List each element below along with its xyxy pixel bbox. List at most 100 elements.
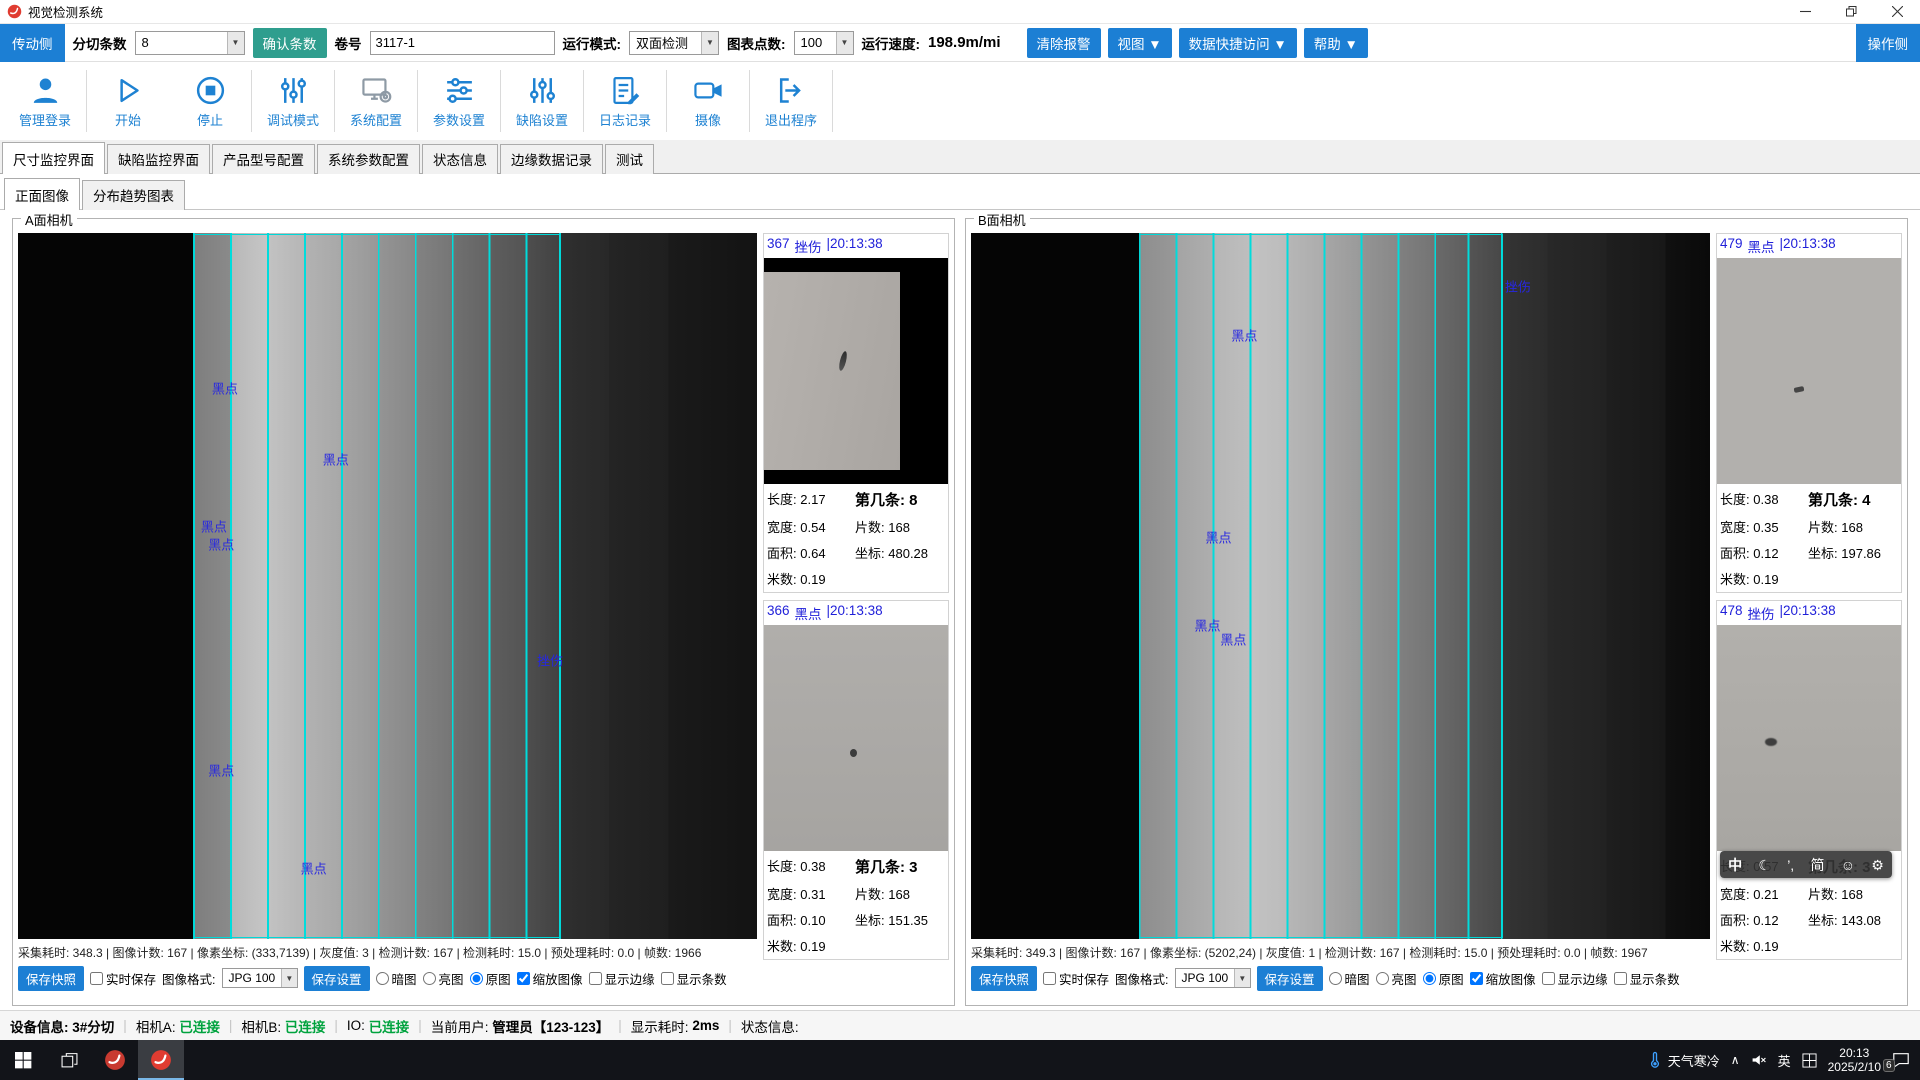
chevron-up-icon[interactable]: ∧ — [1731, 1053, 1740, 1067]
start-button[interactable]: 开始 — [100, 74, 156, 129]
tab-defect-monitor[interactable]: 缺陷监控界面 — [107, 144, 210, 174]
tab-test[interactable]: 测试 — [605, 144, 654, 174]
dark-image-radio[interactable]: 暗图 — [1329, 969, 1370, 988]
exit-program-button[interactable]: 退出程序 — [763, 74, 819, 129]
defect-card[interactable]: 367 挫伤 |20:13:38 长度: 2.17 第几条: 8 宽度: 0.5… — [763, 233, 949, 593]
ime-simplified-mode[interactable]: 简 — [1810, 858, 1824, 872]
close-button[interactable] — [1874, 0, 1920, 23]
defect-card[interactable]: 479 黑点 |20:13:38 长度: 0.38 第几条: 4 宽度: 0.3… — [1716, 233, 1902, 593]
status-info-label: 状态信息: — [741, 1016, 799, 1036]
chart-points-select[interactable]: 100 ▼ — [794, 31, 854, 55]
date-value: 2025/2/10 — [1828, 1060, 1881, 1074]
restore-button[interactable] — [1828, 0, 1874, 23]
operator-side-button[interactable]: 操作侧 — [1856, 24, 1920, 62]
save-settings-button[interactable]: 保存设置 — [1257, 966, 1323, 991]
tab-size-monitor[interactable]: 尺寸监控界面 — [2, 142, 105, 174]
defect-card[interactable]: 478 挫伤 |20:13:38 长度: 0.57 第几条: 3 宽度: 0.2… — [1716, 600, 1902, 960]
show-edge-checkbox[interactable]: 显示边缘 — [1542, 969, 1608, 988]
defect-label: 黑点 — [301, 859, 327, 878]
task-view-button[interactable] — [46, 1040, 92, 1080]
action-center-button[interactable]: 6 — [1892, 1051, 1910, 1069]
show-edge-input[interactable] — [1542, 972, 1555, 985]
show-strips-input[interactable] — [661, 972, 674, 985]
weather-widget[interactable]: 天气寒冷 — [1646, 1051, 1720, 1070]
speaker-mute-icon[interactable] — [1751, 1052, 1767, 1068]
show-edge-input[interactable] — [589, 972, 602, 985]
image-format-label: 图像格式: — [162, 969, 215, 988]
show-edge-checkbox[interactable]: 显示边缘 — [589, 969, 655, 988]
dark-image-radio[interactable]: 暗图 — [376, 969, 417, 988]
show-strips-input[interactable] — [1614, 972, 1627, 985]
tab-system-param-config[interactable]: 系统参数配置 — [317, 144, 420, 174]
zoom-image-checkbox[interactable]: 缩放图像 — [517, 969, 583, 988]
manage-login-button[interactable]: 管理登录 — [17, 74, 73, 129]
realtime-save-checkbox[interactable]: 实时保存 — [90, 969, 156, 988]
defect-card[interactable]: 366 黑点 |20:13:38 长度: 0.38 第几条: 3 宽度: 0.3… — [763, 600, 949, 960]
defect-settings-button[interactable]: 缺陷设置 — [514, 74, 570, 129]
display-time-label: 显示耗时: — [631, 1016, 689, 1036]
original-image-input[interactable] — [470, 972, 483, 985]
help-menu-button[interactable]: 帮助 ▼ — [1304, 28, 1368, 58]
main-content: A面相机 黑点 黑点 黑点 黑点 挫伤 黑点 黑点 采集耗时: 348.3 | … — [0, 210, 1920, 1010]
debug-mode-button[interactable]: 调试模式 — [265, 74, 321, 129]
save-snapshot-button[interactable]: 保存快照 — [971, 966, 1037, 991]
stop-button[interactable]: 停止 — [182, 74, 238, 129]
moon-icon[interactable]: ☾ — [1758, 858, 1771, 872]
ime-chinese-mode[interactable]: 中 — [1728, 858, 1742, 872]
system-config-button[interactable]: 系统配置 — [348, 74, 404, 129]
view-menu-button[interactable]: 视图 ▼ — [1108, 28, 1172, 58]
gear-icon[interactable]: ⚙ — [1871, 858, 1884, 872]
confirm-count-button[interactable]: 确认条数 — [253, 28, 327, 58]
tab-edge-data-record[interactable]: 边缘数据记录 — [500, 144, 603, 174]
defect-time: |20:13:38 — [1780, 603, 1836, 623]
show-strips-checkbox[interactable]: 显示条数 — [1614, 969, 1680, 988]
zoom-image-input[interactable] — [1470, 972, 1483, 985]
defect-thumbnail — [764, 258, 948, 484]
image-format-select[interactable]: JPG 100 ▼ — [222, 968, 298, 988]
camera-capture-button[interactable]: 摄像 — [680, 74, 736, 129]
save-settings-button[interactable]: 保存设置 — [304, 966, 370, 991]
emoji-icon[interactable]: ☺ — [1841, 858, 1855, 872]
run-mode-select[interactable]: 双面检测 ▼ — [629, 31, 719, 55]
dark-image-input[interactable] — [1329, 972, 1342, 985]
tab-status-info[interactable]: 状态信息 — [422, 144, 498, 174]
zoom-image-input[interactable] — [517, 972, 530, 985]
save-snapshot-button[interactable]: 保存快照 — [18, 966, 84, 991]
tab-front-image[interactable]: 正面图像 — [4, 178, 80, 210]
tab-product-model-config[interactable]: 产品型号配置 — [212, 144, 315, 174]
pinned-app-icon[interactable] — [92, 1040, 138, 1080]
bright-image-input[interactable] — [1376, 972, 1389, 985]
show-strips-checkbox[interactable]: 显示条数 — [661, 969, 727, 988]
drive-side-button[interactable]: 传动侧 — [0, 24, 65, 62]
bright-image-radio[interactable]: 亮图 — [423, 969, 464, 988]
realtime-save-checkbox[interactable]: 实时保存 — [1043, 969, 1109, 988]
start-button[interactable] — [0, 1040, 46, 1080]
running-app-icon[interactable] — [138, 1040, 184, 1080]
clock[interactable]: 20:13 2025/2/10 — [1828, 1046, 1881, 1074]
image-format-select[interactable]: JPG 100 ▼ — [1175, 968, 1251, 988]
punctuation-icon[interactable]: ’, — [1787, 858, 1794, 872]
dark-image-input[interactable] — [376, 972, 389, 985]
stop-icon — [194, 74, 227, 107]
slit-count-select[interactable]: 8 ▼ — [135, 31, 245, 55]
ime-keyboard-icon[interactable] — [1802, 1053, 1817, 1068]
bright-image-radio[interactable]: 亮图 — [1376, 969, 1417, 988]
defect-time: |20:13:38 — [1780, 236, 1836, 256]
roll-number-input[interactable] — [370, 31, 555, 55]
log-record-button[interactable]: 日志记录 — [597, 74, 653, 129]
realtime-save-input[interactable] — [90, 972, 103, 985]
zoom-image-checkbox[interactable]: 缩放图像 — [1470, 969, 1536, 988]
tab-distribution-trend-chart[interactable]: 分布趋势图表 — [82, 180, 185, 210]
clear-alarm-button[interactable]: 清除报警 — [1027, 28, 1101, 58]
defect-stats: 长度: 0.38 第几条: 3 宽度: 0.31 片数: 168 面积: 0.1… — [764, 851, 948, 959]
current-user-label: 当前用户: — [431, 1016, 489, 1036]
minimize-button[interactable] — [1782, 0, 1828, 23]
bright-image-input[interactable] — [423, 972, 436, 985]
original-image-radio[interactable]: 原图 — [1423, 969, 1464, 988]
realtime-save-input[interactable] — [1043, 972, 1056, 985]
original-image-input[interactable] — [1423, 972, 1436, 985]
language-indicator[interactable]: 英 — [1778, 1051, 1791, 1070]
data-quick-access-menu-button[interactable]: 数据快捷访问 ▼ — [1179, 28, 1297, 58]
original-image-radio[interactable]: 原图 — [470, 969, 511, 988]
parameter-settings-button[interactable]: 参数设置 — [431, 74, 487, 129]
